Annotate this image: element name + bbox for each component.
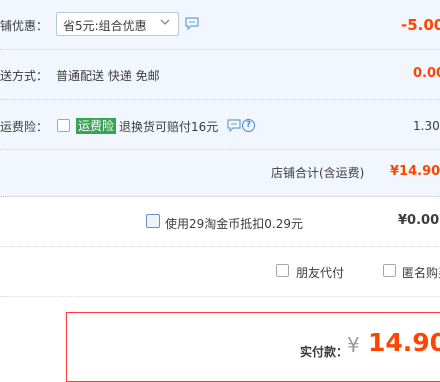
row-divider [0,99,440,100]
coins-label[interactable]: 使用29淘金币抵扣0.29元 [165,215,303,232]
coins-amount: ¥0.00 [398,213,440,228]
payment-currency: ¥ [347,333,360,357]
discount-select[interactable]: 省5元:组合优惠 [56,12,179,36]
friend-pay-checkbox[interactable] [276,264,289,277]
insurance-label: 运费险： [0,120,49,134]
row-divider [0,49,440,50]
anonymous-label[interactable]: 匿名购买 [402,264,440,281]
payment-amount: 14.90 [368,328,440,357]
discount-label: 铺优惠： [0,19,49,33]
insurance-checkbox[interactable] [57,119,70,132]
discount-amount: -5.00 [401,16,440,34]
payment-label: 实付款： [300,345,349,359]
delivery-amount: 0.00 [413,66,440,81]
subtotal-amount: ¥14.90 [390,164,440,179]
chevron-down-icon [160,19,170,25]
delivery-value: 普通配送 快递 免邮 [56,69,160,83]
message-icon[interactable] [227,119,241,132]
insurance-desc: 退换货可赔付16元 [119,120,219,134]
row-divider [0,149,440,150]
anonymous-checkbox[interactable] [383,264,396,277]
discount-select-value: 省5元:组合优惠 [63,19,147,33]
message-icon[interactable] [185,17,199,30]
insurance-tag: 运费险 [76,118,117,134]
help-icon[interactable]: ? [242,119,255,132]
delivery-label: 送方式： [0,69,49,83]
row-divider [0,296,440,297]
friend-pay-label[interactable]: 朋友代付 [296,264,344,281]
coins-checkbox[interactable] [146,214,160,228]
insurance-amount: 1.30 [413,119,440,133]
row-divider [0,246,440,247]
subtotal-label: 店铺合计(含运费) [271,166,365,180]
